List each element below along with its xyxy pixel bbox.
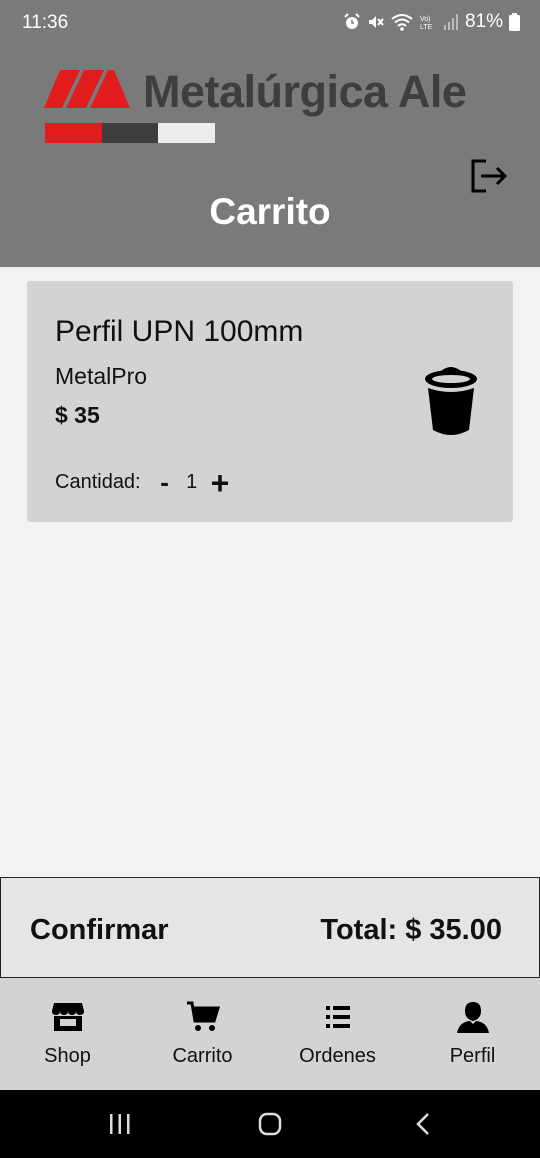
- nav-item-ordenes[interactable]: Ordenes: [270, 978, 405, 1090]
- nav-item-shop[interactable]: Shop: [0, 978, 135, 1090]
- quantity-stepper: Cantidad: - 1 +: [55, 467, 230, 499]
- battery-icon: [509, 13, 520, 31]
- wifi-icon: [391, 14, 413, 31]
- alarm-icon: [344, 13, 360, 29]
- cart-icon: [186, 1001, 220, 1031]
- signal-icon: [443, 14, 458, 30]
- confirm-button[interactable]: Confirmar: [30, 914, 169, 947]
- page-title: Carrito: [209, 191, 331, 232]
- svg-text:Vo): Vo): [420, 16, 431, 23]
- nav-label-perfil: Perfil: [449, 1045, 496, 1067]
- battery-percent: 81%: [464, 11, 503, 32]
- status-bar: 11:36 Vo) LTE 81%: [0, 0, 540, 48]
- status-time: 11:36: [22, 12, 69, 33]
- home-icon[interactable]: [258, 1112, 282, 1136]
- quantity-label: Cantidad:: [55, 471, 141, 493]
- nav-label-carrito: Carrito: [172, 1045, 233, 1067]
- confirm-bar: Confirmar Total: $ 35.00: [0, 877, 540, 978]
- logout-button[interactable]: [470, 158, 510, 194]
- trash-icon: [425, 367, 477, 435]
- volte-icon: Vo)LTE: [420, 16, 433, 31]
- increase-quantity-button[interactable]: +: [211, 467, 230, 499]
- cart-item-card: Perfil UPN 100mm MetalPro $ 35 Cantidad:…: [27, 281, 513, 522]
- nav-label-shop: Shop: [44, 1045, 91, 1067]
- recents-icon[interactable]: [108, 1112, 132, 1136]
- logout-icon: [471, 159, 508, 193]
- quantity-value: 1: [186, 471, 198, 493]
- nav-item-perfil[interactable]: Perfil: [405, 978, 540, 1090]
- brand-name: Metalúrgica Ale: [143, 66, 467, 117]
- user-icon: [456, 1002, 489, 1033]
- item-brand: MetalPro: [55, 363, 148, 389]
- nav-label-ordenes: Ordenes: [299, 1045, 376, 1067]
- cart-total: Total: $ 35.00: [320, 914, 502, 946]
- delete-item-button[interactable]: [424, 366, 478, 438]
- brand-stripes: [45, 123, 216, 143]
- item-price: $ 35: [55, 402, 100, 428]
- decrease-quantity-button[interactable]: -: [157, 467, 173, 498]
- mute-icon: [368, 16, 384, 28]
- bottom-nav: Shop Carrito Ordenes Perfil: [0, 978, 540, 1090]
- nav-item-carrito[interactable]: Carrito: [135, 978, 270, 1090]
- svg-text:LTE: LTE: [420, 24, 433, 31]
- brand-logo-icon: [44, 70, 130, 108]
- system-nav-bar: [0, 1090, 540, 1158]
- status-icons: Vo) LTE 81%: [343, 11, 520, 33]
- store-icon: [51, 1003, 84, 1031]
- back-icon[interactable]: [412, 1112, 436, 1136]
- item-name: Perfil UPN 100mm: [55, 315, 304, 348]
- app-header: Metalúrgica Ale Carrito: [0, 48, 540, 267]
- list-icon: [325, 1006, 350, 1028]
